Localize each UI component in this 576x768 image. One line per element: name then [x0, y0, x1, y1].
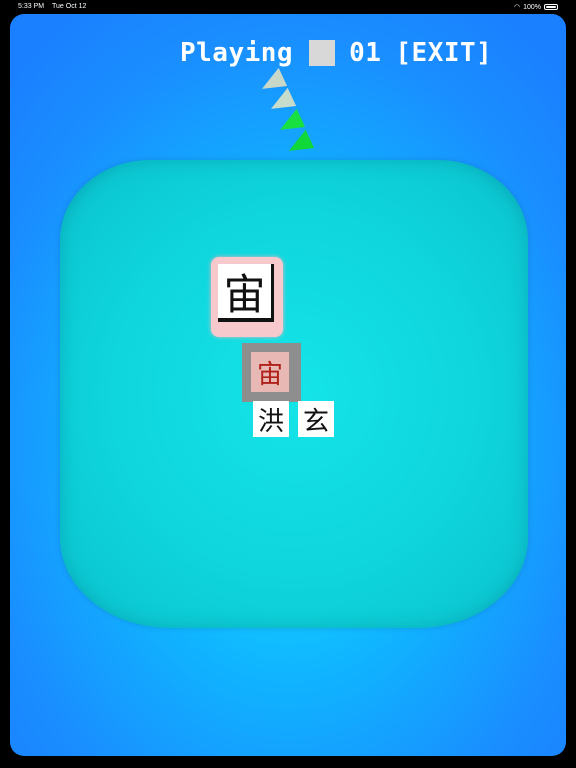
battery-percent: 100%: [523, 3, 541, 11]
status-date: Tue Oct 12: [52, 3, 87, 10]
selected-tile[interactable]: 宙: [251, 352, 289, 392]
wifi-icon: ◠: [513, 4, 521, 11]
featured-tile-frame: 宙: [211, 257, 283, 337]
tile-option[interactable]: 玄: [298, 401, 334, 437]
selected-tile-frame: 宙: [242, 343, 301, 402]
exit-button[interactable]: [EXIT]: [395, 38, 492, 68]
game-status: Playing: [180, 38, 294, 68]
battery-icon: [544, 4, 558, 10]
featured-tile[interactable]: 宙: [218, 264, 274, 322]
status-right: ◠ 100%: [514, 3, 558, 11]
game-screen: Playing 01 [EXIT] 宙 宙 洪 玄: [10, 14, 566, 756]
square-icon: [309, 40, 336, 66]
status-bar: 5:33 PM Tue Oct 12 ◠ 100%: [0, 0, 576, 14]
level-counter: 01: [349, 38, 382, 68]
tile-option[interactable]: 洪: [253, 401, 289, 437]
status-time: 5:33 PM: [18, 3, 45, 10]
game-header: Playing 01 [EXIT]: [180, 38, 492, 68]
